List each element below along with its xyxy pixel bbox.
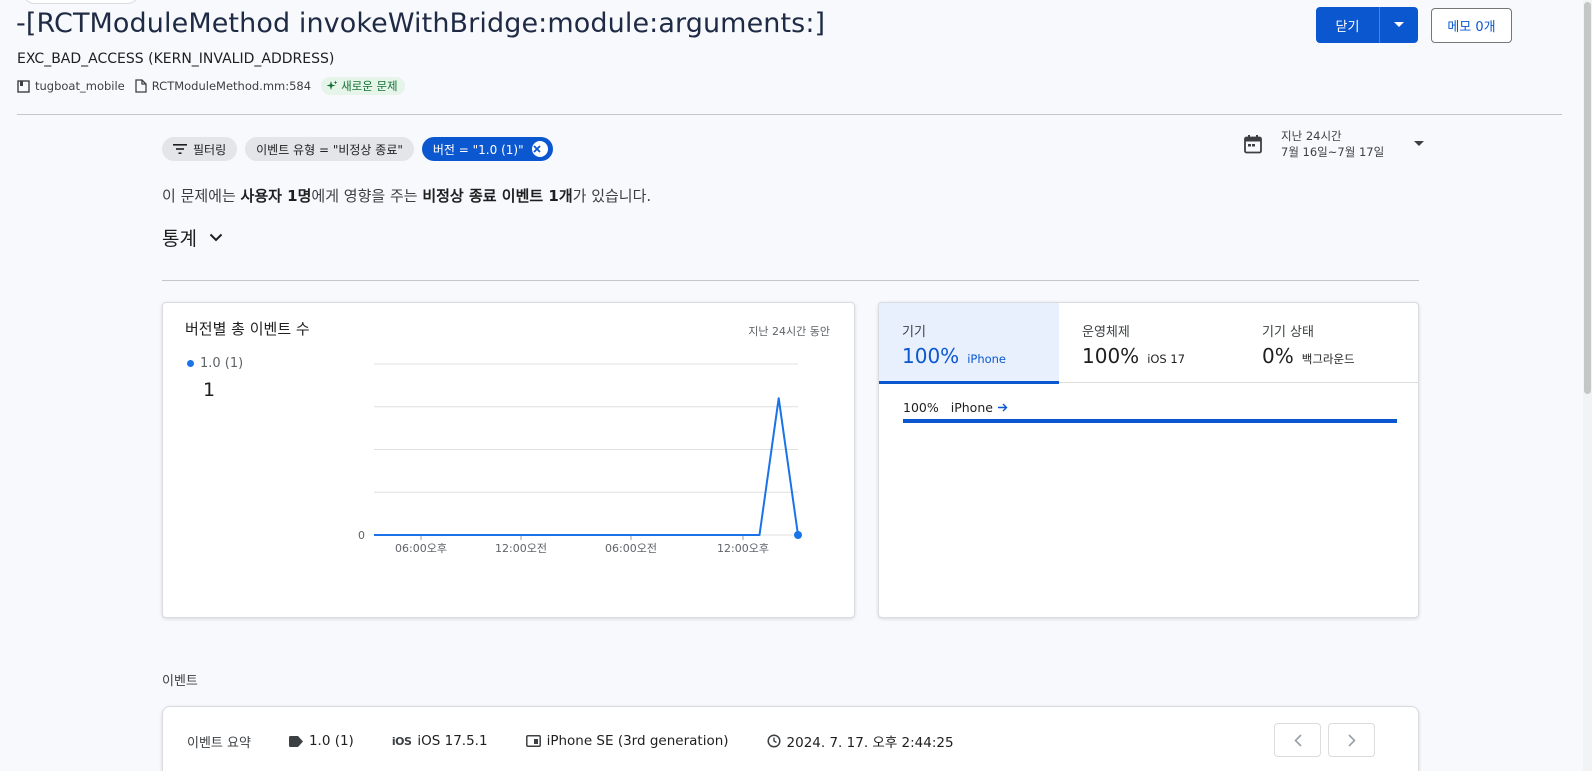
tab-device-label: 기기 bbox=[902, 325, 926, 340]
x-tick-label: 12:00오전 bbox=[495, 542, 547, 555]
series-line bbox=[374, 397, 799, 536]
chevron-down-icon bbox=[209, 233, 223, 242]
version-filter-chip[interactable]: 버전 = "1.0 (1)" bbox=[421, 137, 553, 161]
tab-os-label: 운영체제 bbox=[1082, 325, 1130, 340]
distribution-bar-fill bbox=[903, 419, 1397, 423]
distribution-tabs: 기기 100% iPhone 운영체제 100% iOS 17 기기 상태 0% 백그… bbox=[879, 303, 1418, 384]
top-chip[interactable] bbox=[22, 0, 140, 4]
new-issue-badge: 새로운 문제 bbox=[321, 77, 405, 95]
event-type-filter-label: 이벤트 유형 = "비정상 종료" bbox=[256, 142, 403, 157]
app-icon bbox=[17, 79, 30, 93]
event-device-value: iPhone SE (3rd generation) bbox=[546, 733, 729, 749]
close-button[interactable]: 닫기 bbox=[1316, 7, 1380, 43]
scrollbar-thumb[interactable] bbox=[1584, 2, 1591, 394]
event-summary-label: 이벤트 요약 bbox=[187, 735, 251, 751]
next-event-button[interactable] bbox=[1328, 723, 1375, 757]
header-divider bbox=[17, 114, 1562, 115]
close-split-button: 닫기 bbox=[1316, 7, 1418, 43]
tab-device-state[interactable]: 기기 상태 0% 백그라운드 bbox=[1239, 303, 1418, 383]
events-line-chart: 0 06:00오후 12:00오전 06:00오전 12:00오후 bbox=[358, 363, 802, 555]
clock-icon bbox=[766, 734, 781, 748]
y-tick-label: 0 bbox=[358, 529, 365, 542]
new-issue-badge-label: 새로운 문제 bbox=[341, 79, 398, 93]
close-options-button[interactable] bbox=[1380, 7, 1418, 43]
chevron-right-icon bbox=[1347, 733, 1356, 747]
stats-title: 통계 bbox=[162, 228, 197, 250]
tab-os[interactable]: 운영체제 100% iOS 17 bbox=[1059, 303, 1239, 383]
event-time-value: 2024. 7. 17. 오후 2:44:25 bbox=[786, 735, 954, 751]
event-device: iPhone SE (3rd generation) bbox=[525, 733, 729, 749]
app-name: tugboat_mobile bbox=[35, 79, 125, 93]
app-link[interactable]: tugboat_mobile bbox=[17, 79, 125, 93]
event-version: 1.0 (1) bbox=[288, 733, 354, 749]
arrow-right-icon bbox=[997, 403, 1008, 412]
summary-text-1: 이 문제에는 bbox=[162, 187, 241, 205]
issue-subtitle: EXC_BAD_ACCESS (KERN_INVALID_ADDRESS) bbox=[17, 51, 335, 67]
x-tick-label: 06:00오후 bbox=[395, 542, 447, 555]
event-version-value: 1.0 (1) bbox=[308, 733, 354, 749]
date-range-text: 지난 24시간 7월 16일~7월 17일 bbox=[1281, 128, 1384, 160]
ios-icon: iOS bbox=[391, 734, 412, 748]
date-range-dates: 7월 16일~7월 17일 bbox=[1281, 145, 1385, 159]
stats-divider bbox=[162, 280, 1419, 281]
summary-text-2: 에게 영향을 주는 bbox=[311, 187, 423, 205]
summary-users: 사용자 1명 bbox=[240, 187, 312, 205]
x-tick-label: 06:00오전 bbox=[605, 542, 657, 555]
distribution-row-name: iPhone bbox=[950, 400, 993, 415]
file-link[interactable]: RCTModuleMethod.mm:584 bbox=[135, 79, 311, 93]
tab-os-pct: 100% bbox=[1082, 344, 1140, 368]
previous-event-button[interactable] bbox=[1274, 723, 1321, 757]
tab-device-name: iPhone bbox=[967, 352, 1007, 366]
event-summary-row: 이벤트 요약 1.0 (1) iOS iOS 17.5.1 iPhone SE … bbox=[187, 731, 992, 751]
file-icon bbox=[135, 79, 147, 93]
filter-button-label: 필터링 bbox=[193, 142, 227, 157]
issue-summary: 이 문제에는 사용자 1명에게 영향을 주는 비정상 종료 이벤트 1개가 있습… bbox=[162, 185, 651, 206]
tab-device[interactable]: 기기 100% iPhone bbox=[879, 303, 1059, 384]
event-type-filter-chip[interactable]: 이벤트 유형 = "비정상 종료" bbox=[245, 137, 414, 161]
distribution-row-pct: 100% bbox=[903, 400, 939, 415]
tab-device-state-pct: 0% bbox=[1262, 344, 1294, 368]
device-icon bbox=[525, 735, 541, 747]
event-summary-bar: 이벤트 요약 1.0 (1) iOS iOS 17.5.1 iPhone SE … bbox=[162, 706, 1419, 771]
calendar-icon bbox=[1244, 135, 1262, 154]
memo-button[interactable]: 메모 0개 bbox=[1431, 8, 1512, 43]
tab-device-pct: 100% bbox=[902, 344, 960, 368]
filter-row: 필터링 이벤트 유형 = "비정상 종료" 버전 = "1.0 (1)" bbox=[162, 137, 561, 161]
page-scrollbar[interactable] bbox=[1583, 0, 1592, 771]
chevron-left-icon bbox=[1293, 733, 1302, 747]
file-name: RCTModuleMethod.mm:584 bbox=[151, 79, 312, 93]
caret-down-icon bbox=[1414, 141, 1425, 146]
version-filter-label: 버전 = "1.0 (1)" bbox=[432, 142, 524, 157]
stats-toggle[interactable]: 통계 bbox=[162, 224, 223, 251]
x-tick-label: 12:00오후 bbox=[717, 542, 769, 555]
tab-device-state-label: 기기 상태 bbox=[1262, 325, 1314, 340]
tag-icon bbox=[288, 735, 303, 747]
summary-events: 비정상 종료 이벤트 1개 bbox=[422, 187, 573, 205]
events-section-label: 이벤트 bbox=[162, 674, 198, 689]
events-by-version-card: 버전별 총 이벤트 수 지난 24시간 동안 1.0 (1) 1 0 06:00오… bbox=[162, 302, 855, 618]
filter-button[interactable]: 필터링 bbox=[162, 137, 238, 161]
issue-meta: tugboat_mobile RCTModuleMethod.mm:584 새로… bbox=[17, 77, 405, 95]
event-time: 2024. 7. 17. 오후 2:44:25 bbox=[766, 731, 954, 751]
event-os-value: iOS 17.5.1 bbox=[417, 733, 488, 749]
date-range-period: 지난 24시간 bbox=[1281, 129, 1342, 143]
distribution-card: 기기 100% iPhone 운영체제 100% iOS 17 기기 상태 0% 백그… bbox=[878, 302, 1419, 618]
tab-device-state-name: 백그라운드 bbox=[1301, 352, 1355, 366]
event-os: iOS iOS 17.5.1 bbox=[392, 733, 488, 749]
tab-os-name: iOS 17 bbox=[1147, 352, 1186, 366]
distribution-row[interactable]: 100% iPhone bbox=[903, 400, 1008, 415]
summary-text-3: 가 있습니다. bbox=[572, 187, 652, 205]
caret-down-icon bbox=[1394, 22, 1404, 27]
series-end-point bbox=[794, 531, 802, 539]
sparkle-icon bbox=[326, 80, 338, 90]
remove-filter-icon[interactable] bbox=[531, 141, 548, 157]
filter-icon bbox=[173, 144, 187, 154]
distribution-bar bbox=[903, 419, 1397, 423]
date-range-picker[interactable]: 지난 24시간 7월 16일~7월 17일 bbox=[1243, 128, 1425, 160]
issue-title: -[RCTModuleMethod invokeWithBridge:modul… bbox=[16, 8, 826, 39]
